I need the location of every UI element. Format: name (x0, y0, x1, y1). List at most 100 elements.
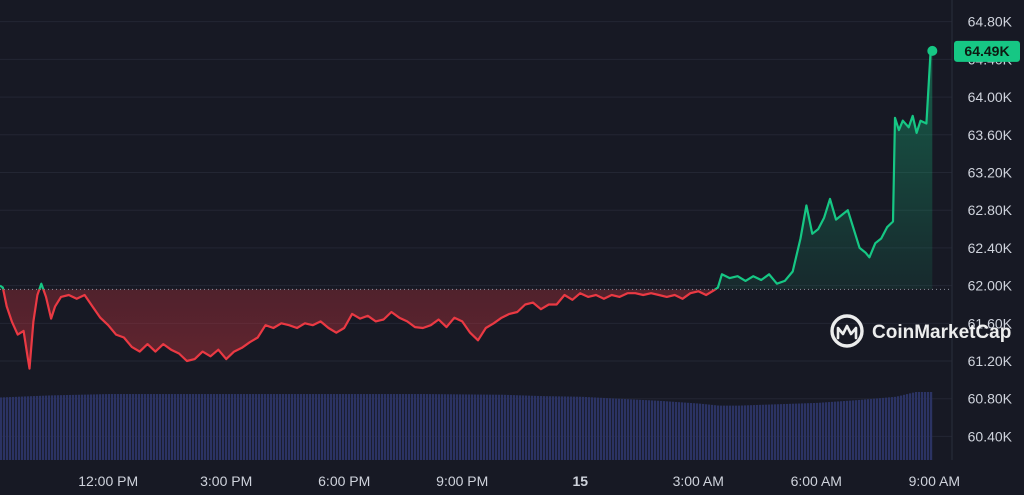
volume-bar (555, 396, 558, 460)
volume-bar (138, 394, 141, 460)
volume-bar (588, 397, 591, 460)
volume-bar (171, 394, 174, 460)
volume-bar (642, 399, 645, 460)
volume-bar (93, 394, 96, 460)
volume-bar (54, 395, 57, 460)
volume-bar (729, 405, 732, 460)
volume-bar (207, 394, 210, 460)
volume-bar (786, 403, 789, 460)
volume-bar (459, 394, 462, 460)
volume-bar (744, 405, 747, 460)
x-tick-label: 6:00 PM (318, 473, 370, 489)
y-tick-label: 60.40K (968, 428, 1013, 444)
volume-bar (858, 399, 861, 460)
volume-bar (315, 394, 318, 460)
volume-bar (324, 394, 327, 460)
volume-bar (819, 402, 822, 460)
y-tick-label: 62.00K (968, 278, 1013, 294)
volume-bar (870, 398, 873, 460)
volume-bar (906, 394, 909, 460)
volume-bar (321, 394, 324, 460)
volume-bar (807, 403, 810, 460)
volume-bar (3, 397, 6, 460)
volume-bar (258, 394, 261, 460)
volume-bar (348, 394, 351, 460)
volume-bar (81, 394, 84, 460)
volume-bar (150, 394, 153, 460)
volume-bar (195, 394, 198, 460)
volume-bar (501, 394, 504, 460)
volume-bar (327, 394, 330, 460)
volume-bar (627, 399, 630, 460)
volume-bar (900, 395, 903, 460)
volume-bar (816, 402, 819, 460)
volume-bar (345, 394, 348, 460)
volume-bar (468, 394, 471, 460)
volume-bar (444, 394, 447, 460)
volume-bar (6, 397, 9, 460)
volume-bar (288, 394, 291, 460)
volume-bar (519, 395, 522, 460)
volume-bar (762, 404, 765, 460)
volume-bar (579, 396, 582, 460)
volume-bar (435, 394, 438, 460)
volume-bar (384, 394, 387, 460)
volume-bar (375, 394, 378, 460)
y-tick-label: 61.20K (968, 353, 1013, 369)
volume-bar (717, 405, 720, 460)
y-tick-label: 62.80K (968, 202, 1013, 218)
volume-bar (699, 403, 702, 460)
price-chart[interactable]: 64.80K64.40K64.00K63.60K63.20K62.80K62.4… (0, 0, 1024, 495)
volume-bar (510, 395, 513, 460)
volume-bar (360, 394, 363, 460)
volume-bar (291, 394, 294, 460)
volume-bar (549, 396, 552, 460)
volume-bar (813, 402, 816, 460)
volume-bar (726, 405, 729, 460)
volume-bar (747, 405, 750, 460)
volume-bar (891, 397, 894, 460)
volume-bar (792, 403, 795, 460)
volume-bar (51, 395, 54, 460)
volume-bar (789, 403, 792, 460)
volume-bar (867, 399, 870, 460)
volume-bar (780, 404, 783, 460)
volume-bar (615, 398, 618, 460)
volume-bar (834, 401, 837, 460)
volume-bar (513, 395, 516, 460)
volume-bar (12, 396, 15, 460)
volume-bar (168, 394, 171, 460)
volume-bar (102, 394, 105, 460)
volume-bar (147, 394, 150, 460)
volume-bar (330, 394, 333, 460)
volume-bar (222, 394, 225, 460)
volume-bar (219, 394, 222, 460)
volume-bar (540, 396, 543, 460)
chart-svg: 64.80K64.40K64.00K63.60K63.20K62.80K62.4… (0, 0, 1020, 489)
volume-bar (231, 394, 234, 460)
volume-bar (90, 394, 93, 460)
volume-bar (897, 396, 900, 460)
volume-bar (690, 402, 693, 460)
volume-bar (279, 394, 282, 460)
x-tick-label: 3:00 AM (673, 473, 724, 489)
volume-bar (405, 394, 408, 460)
volume-bar (228, 394, 231, 460)
volume-bar (192, 394, 195, 460)
volume-bar (117, 394, 120, 460)
volume-bar (483, 394, 486, 460)
volume-bar (366, 394, 369, 460)
volume-bar (294, 394, 297, 460)
volume-bar (930, 392, 933, 460)
volume-bar (672, 401, 675, 460)
volume-bar (396, 394, 399, 460)
volume-bar (660, 400, 663, 460)
volume-bar (609, 398, 612, 460)
volume-bar (630, 399, 633, 460)
volume-bar (756, 404, 759, 460)
volume-bar (336, 394, 339, 460)
volume-bar (453, 394, 456, 460)
volume-bar (765, 404, 768, 460)
volume-bar (126, 394, 129, 460)
volume-bar (600, 397, 603, 460)
